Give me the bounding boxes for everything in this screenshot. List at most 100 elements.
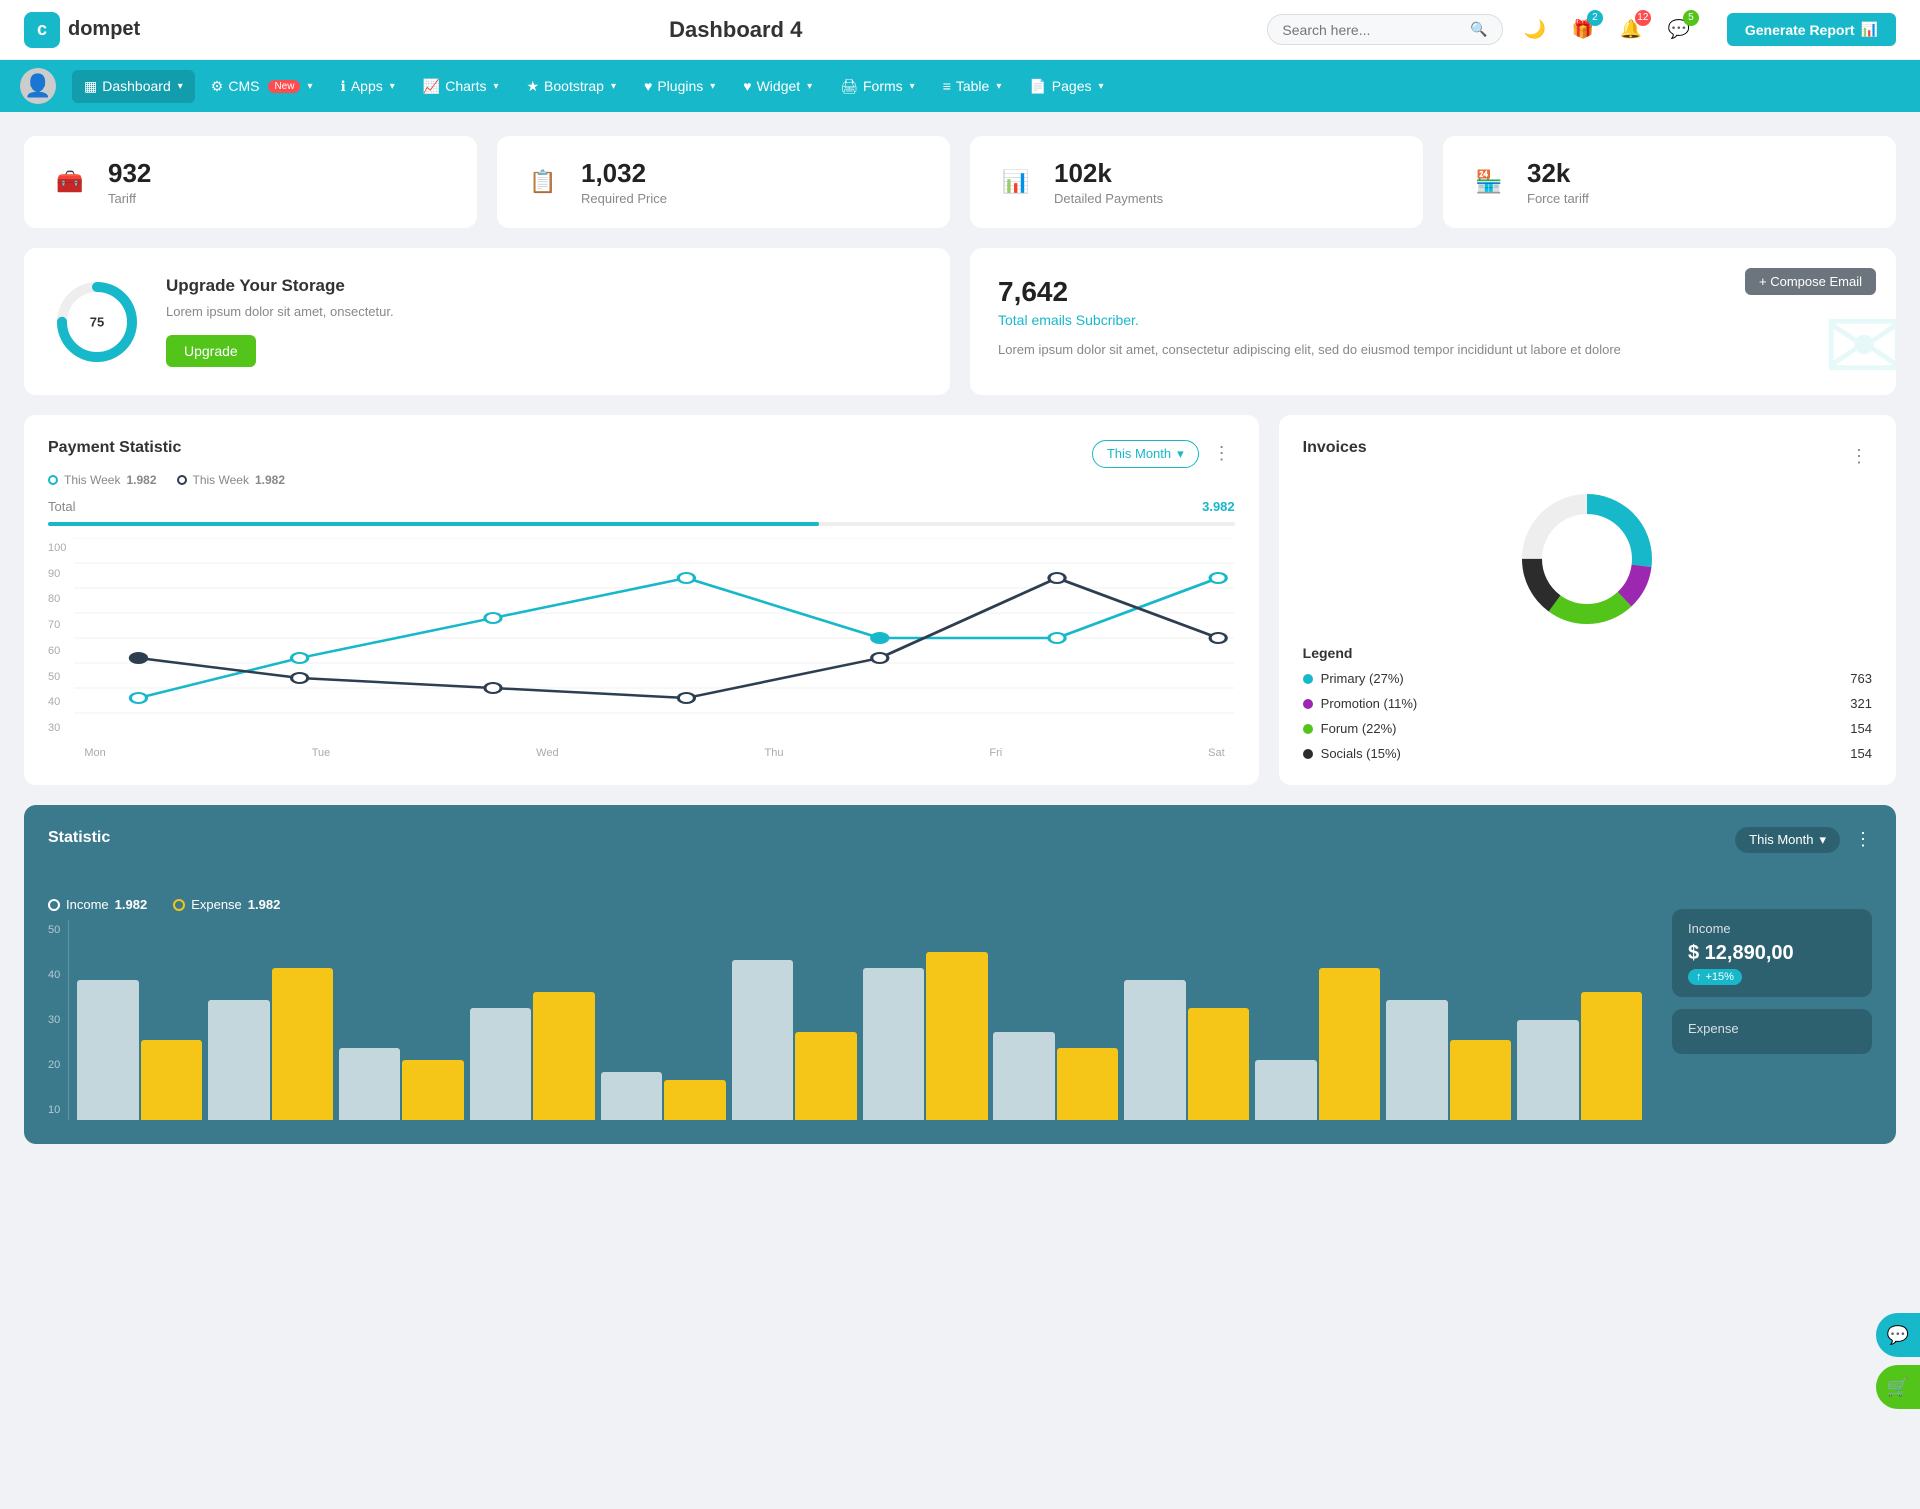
statistic-controls: This Month ▾ ⋮	[1735, 825, 1876, 854]
white-bar	[993, 1032, 1054, 1120]
generate-report-label: Generate Report	[1745, 22, 1855, 38]
nav-item-cms[interactable]: ⚙ CMS New ▾	[199, 70, 325, 103]
plugins-nav-icon: ♥	[644, 78, 652, 94]
detailed-payments-icon: 📊	[994, 160, 1038, 204]
bell-badge: 12	[1635, 10, 1651, 26]
invoices-more-options[interactable]: ⋮	[1846, 442, 1872, 471]
legend2-value: 1.982	[255, 473, 285, 487]
bar-group	[732, 960, 857, 1120]
stat-cards-row: 🧰 932 Tariff 📋 1,032 Required Price 📊 10…	[24, 136, 1896, 228]
upgrade-button[interactable]: Upgrade	[166, 335, 256, 367]
logo-icon: c	[24, 12, 60, 48]
charts-nav-icon: 📈	[423, 78, 440, 95]
legend-dot-dark	[177, 475, 187, 485]
logo[interactable]: c dompet	[24, 12, 204, 48]
apps-nav-label: Apps	[351, 78, 383, 94]
nav-item-charts[interactable]: 📈 Charts ▾	[411, 70, 511, 103]
bar-group	[1124, 980, 1249, 1120]
nav-item-forms[interactable]: 🖨 Forms ▾	[828, 70, 926, 103]
legend-item-2: This Week 1.982	[177, 473, 286, 487]
stat-card-required-price: 📋 1,032 Required Price	[497, 136, 950, 228]
nav-item-table[interactable]: ≡ Table ▾	[931, 70, 1014, 102]
gift-icon[interactable]: 🎁 2	[1567, 14, 1599, 46]
detailed-payments-number: 102k	[1054, 158, 1163, 189]
cart-button[interactable]: 🛒	[1876, 1365, 1920, 1409]
nav-item-widget[interactable]: ♥ Widget ▾	[731, 70, 824, 102]
cms-badge: New	[268, 80, 300, 93]
support-button[interactable]: 💬	[1876, 1313, 1920, 1357]
promotion-label: Promotion (11%)	[1321, 696, 1418, 711]
forms-chevron: ▾	[910, 81, 915, 92]
bell-icon[interactable]: 🔔 12	[1615, 14, 1647, 46]
invoices-card: Invoices ⋮ Legend	[1279, 415, 1896, 785]
payment-progress-bar	[48, 522, 1235, 526]
chat-icon[interactable]: 💬 5	[1663, 14, 1695, 46]
line-chart-svg	[74, 538, 1234, 738]
legend-dot-teal	[48, 475, 58, 485]
expense-detail-label: Expense	[1688, 1021, 1856, 1036]
white-bar	[601, 1072, 662, 1120]
bar-chart-area: Income 1.982 Expense 1.982 50 40 30 20	[48, 897, 1642, 1120]
yellow-bar	[141, 1040, 202, 1120]
nav-item-dashboard[interactable]: ▦ Dashboard ▾	[72, 70, 195, 103]
white-bar	[1517, 1020, 1578, 1120]
dashboard-nav-label: Dashboard	[102, 78, 171, 94]
white-bar	[339, 1048, 400, 1120]
inv-legend-socials: Socials (15%) 154	[1303, 746, 1872, 761]
yellow-bar	[1319, 968, 1380, 1120]
search-input[interactable]	[1282, 22, 1462, 38]
bar-group	[1517, 992, 1642, 1120]
nav-item-plugins[interactable]: ♥ Plugins ▾	[632, 70, 727, 102]
generate-report-button[interactable]: Generate Report 📊	[1727, 13, 1896, 46]
income-amount: $ 12,890,00	[1688, 942, 1856, 965]
floating-buttons: 💬 🛒	[1876, 1313, 1920, 1409]
plugins-chevron: ▾	[710, 81, 715, 92]
inv-legend-forum: Forum (22%) 154	[1303, 721, 1872, 736]
nav-item-pages[interactable]: 📄 Pages ▾	[1017, 70, 1115, 103]
bar-chart-icon: 📊	[1861, 21, 1878, 38]
invoices-donut-svg	[1517, 489, 1657, 629]
bar-y-axis: 50 40 30 20 10	[48, 920, 60, 1120]
statistic-month-filter-button[interactable]: This Month ▾	[1735, 827, 1840, 853]
payment-more-options[interactable]: ⋮	[1209, 439, 1235, 468]
yellow-bar	[1188, 1008, 1249, 1120]
yellow-bar	[664, 1080, 725, 1120]
moon-icon[interactable]: 🌙	[1519, 14, 1551, 46]
nav-item-bootstrap[interactable]: ★ Bootstrap ▾	[514, 70, 628, 103]
tariff-icon: 🧰	[48, 160, 92, 204]
nav-item-apps[interactable]: ℹ Apps ▾	[329, 70, 407, 103]
bootstrap-chevron: ▾	[611, 81, 616, 92]
search-box[interactable]: 🔍	[1267, 14, 1502, 45]
this-month-filter-button[interactable]: This Month ▾	[1092, 440, 1199, 468]
charts-row: Payment Statistic This Week 1.982 This W…	[24, 415, 1896, 785]
storage-desc: Lorem ipsum dolor sit amet, onsectetur.	[166, 304, 394, 319]
table-nav-label: Table	[956, 78, 989, 94]
statistic-more-options[interactable]: ⋮	[1850, 825, 1876, 854]
legend-item-1: This Week 1.982	[48, 473, 157, 487]
table-nav-icon: ≡	[943, 78, 951, 94]
expense-legend-value: 1.982	[248, 897, 281, 912]
bar-group	[470, 992, 595, 1120]
total-value: 3.982	[1202, 499, 1235, 514]
primary-value: 763	[1850, 671, 1872, 686]
income-detail-card: Income $ 12,890,00 ↑ +15%	[1672, 909, 1872, 997]
yellow-bar	[1450, 1040, 1511, 1120]
inv-legend-primary: Primary (27%) 763	[1303, 671, 1872, 686]
main-content: 🧰 932 Tariff 📋 1,032 Required Price 📊 10…	[0, 112, 1920, 1168]
bar-group	[208, 968, 333, 1120]
force-tariff-icon: 🏪	[1467, 160, 1511, 204]
charts-chevron: ▾	[493, 81, 498, 92]
search-icon[interactable]: 🔍	[1470, 21, 1487, 38]
total-label: Total	[48, 499, 75, 514]
legend-heading: Legend	[1303, 645, 1872, 661]
pages-nav-icon: 📄	[1029, 78, 1046, 95]
cms-nav-label: CMS	[228, 78, 259, 94]
filter-chevron-icon: ▾	[1177, 446, 1184, 462]
bar-group	[1255, 968, 1380, 1120]
storage-card: 75 Upgrade Your Storage Lorem ipsum dolo…	[24, 248, 950, 395]
white-bar	[1386, 1000, 1447, 1120]
tariff-number: 932	[108, 158, 151, 189]
legend1-value: 1.982	[126, 473, 156, 487]
stat-card-detailed-payments: 📊 102k Detailed Payments	[970, 136, 1423, 228]
income-detail-label: Income	[1688, 921, 1856, 936]
